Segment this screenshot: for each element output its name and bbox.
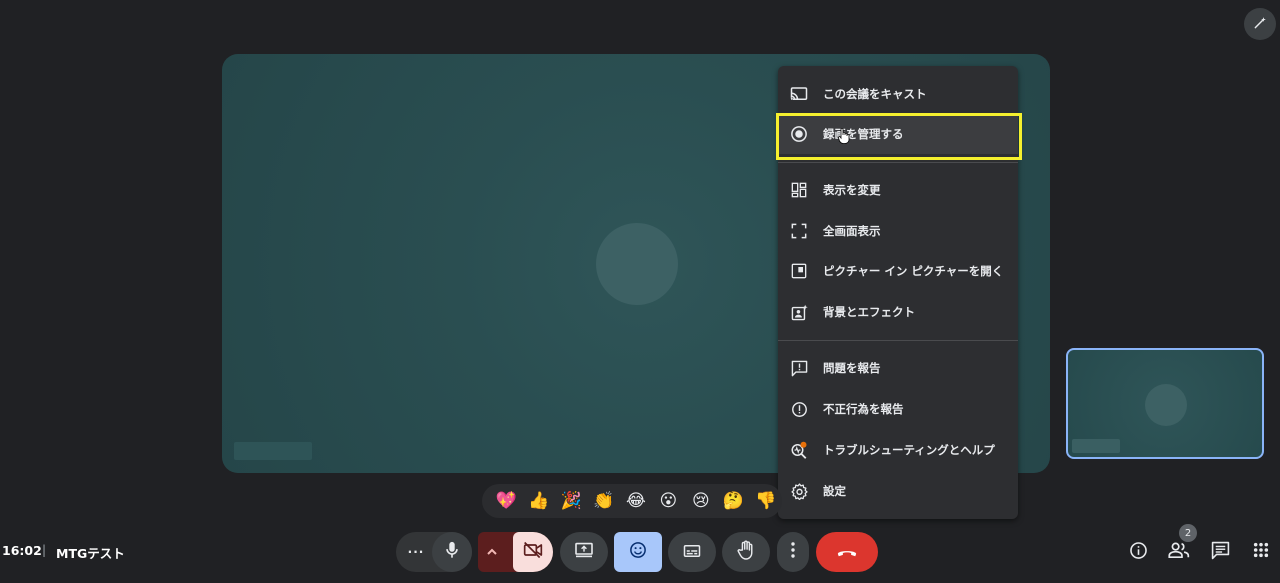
menu-item-label: トラブルシューティングとヘルプ	[823, 443, 995, 457]
menu-item-label: 全画面表示	[823, 224, 881, 238]
menu-item-label: ピクチャー イン ピクチャーを開く	[823, 264, 1004, 278]
highlight-annotation	[776, 113, 1022, 160]
call-end-icon	[836, 543, 858, 562]
chevron-up-icon[interactable]	[486, 543, 498, 562]
people-button[interactable]	[1167, 540, 1191, 564]
video-off-icon	[523, 541, 543, 563]
reaction-thinking[interactable]: 🤔	[717, 487, 749, 515]
self-name-chip	[1072, 439, 1120, 453]
reaction-heart[interactable]: 💖	[490, 487, 522, 515]
camera-control-group	[478, 532, 553, 572]
participant-name-chip	[234, 442, 312, 460]
menu-item-label: 表示を変更	[823, 183, 881, 197]
reaction-laugh[interactable]: 😂	[620, 487, 652, 515]
menu-item-effects[interactable]: 背景とエフェクト	[778, 292, 1018, 332]
meeting-title: MTGテスト	[56, 546, 125, 561]
troubleshoot-icon	[790, 441, 808, 459]
more-options-button[interactable]	[777, 532, 809, 572]
menu-item-picture-in-picture[interactable]: ピクチャー イン ピクチャーを開く	[778, 251, 1018, 291]
chat-icon	[1211, 541, 1230, 564]
layout-icon	[790, 181, 808, 199]
captions-button[interactable]	[668, 532, 716, 572]
menu-item-cast[interactable]: この会議をキャスト	[778, 74, 1018, 114]
effects-icon	[790, 303, 808, 321]
menu-item-change-layout[interactable]: 表示を変更	[778, 170, 1018, 210]
chat-button[interactable]	[1208, 540, 1232, 564]
reaction-thumbs-down[interactable]: 👎	[750, 487, 782, 515]
meeting-time: 16:02	[2, 543, 42, 558]
activities-button[interactable]	[1249, 540, 1273, 564]
audio-options-button[interactable]: ···	[398, 532, 434, 572]
leave-call-button[interactable]	[816, 532, 878, 572]
info-icon	[1129, 541, 1148, 564]
reaction-thumbs-up[interactable]: 👍	[522, 487, 554, 515]
menu-item-report-abuse[interactable]: 不正行為を報告	[778, 389, 1018, 429]
meeting-details-button[interactable]	[1126, 540, 1150, 564]
self-avatar	[1145, 384, 1187, 426]
menu-item-report-problem[interactable]: 問題を報告	[778, 348, 1018, 388]
microphone-button[interactable]	[432, 532, 472, 572]
reactions-bar: 💖 👍 🎉 👏 😂 😮 😢 🤔 👎	[482, 484, 782, 518]
menu-item-troubleshooting[interactable]: トラブルシューティングとヘルプ	[778, 430, 1018, 470]
companion-tool-button[interactable]	[1244, 8, 1276, 40]
fullscreen-icon	[790, 222, 808, 240]
present-to-all-icon	[574, 542, 594, 562]
more-horiz-label: ···	[407, 545, 425, 559]
cast-icon	[790, 85, 808, 103]
menu-item-label: この会議をキャスト	[823, 87, 927, 101]
reaction-party[interactable]: 🎉	[555, 487, 587, 515]
menu-item-label: 背景とエフェクト	[823, 305, 915, 319]
microphone-icon	[445, 541, 459, 563]
separator: |	[42, 543, 47, 557]
present-screen-button[interactable]	[560, 532, 608, 572]
more-vert-icon	[791, 542, 795, 562]
menu-divider	[778, 340, 1018, 341]
emoji-icon	[629, 541, 647, 563]
menu-divider	[778, 162, 1018, 163]
reaction-sad[interactable]: 😢	[685, 487, 717, 515]
settings-icon	[790, 482, 808, 500]
menu-item-settings[interactable]: 設定	[778, 471, 1018, 511]
camera-off-button[interactable]	[513, 532, 553, 572]
reaction-clap[interactable]: 👏	[587, 487, 619, 515]
reaction-surprised[interactable]: 😮	[652, 487, 684, 515]
raise-hand-button[interactable]	[722, 532, 770, 572]
apps-grid-icon	[1253, 542, 1269, 562]
reactions-button[interactable]	[614, 532, 662, 572]
menu-item-label: 不正行為を報告	[823, 402, 904, 416]
report-problem-icon	[790, 359, 808, 377]
people-icon	[1168, 541, 1190, 563]
menu-item-label: 問題を報告	[823, 361, 881, 375]
menu-item-label: 設定	[823, 484, 846, 498]
hand-icon	[737, 540, 755, 564]
picture-in-picture-icon	[790, 262, 808, 280]
magic-pen-icon	[1253, 15, 1267, 34]
participant-avatar	[596, 223, 678, 305]
report-abuse-icon	[790, 400, 808, 418]
menu-item-fullscreen[interactable]: 全画面表示	[778, 211, 1018, 251]
self-video-tile[interactable]	[1066, 348, 1264, 459]
captions-icon	[683, 543, 701, 562]
